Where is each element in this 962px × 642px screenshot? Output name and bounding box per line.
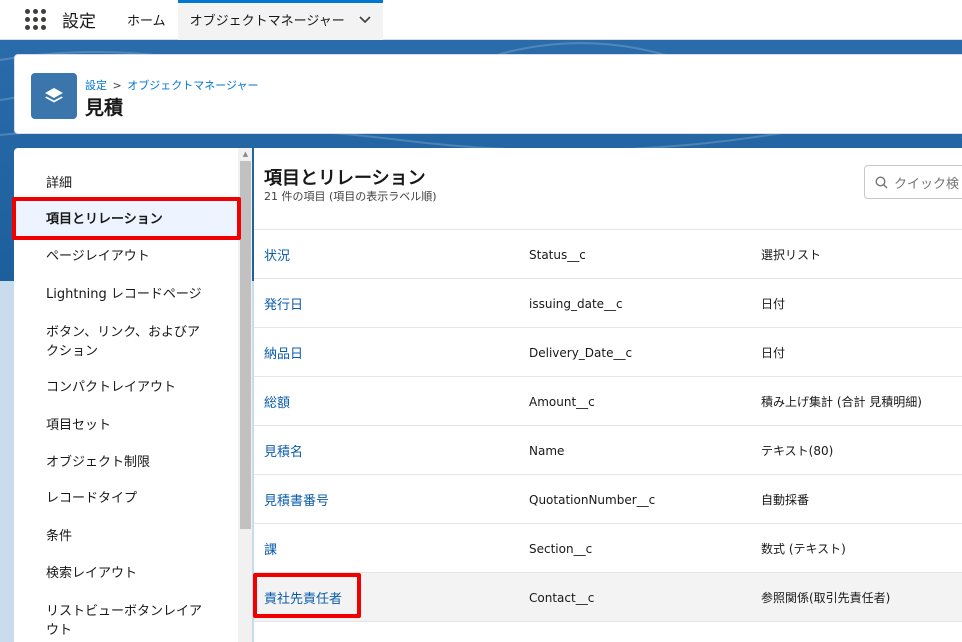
field-label-link[interactable]: 見積名: [264, 426, 303, 475]
field-api-name: Section__c: [529, 541, 593, 556]
annotation-highlight-field: [253, 573, 361, 618]
table-row: 見積名 Name テキスト(80): [254, 425, 962, 474]
sidebar-item-object-limits[interactable]: オブジェクト制限: [46, 453, 150, 472]
table-row: [254, 621, 962, 642]
fields-panel: 項目とリレーション 21 件の項目 (項目の表示ラベル順) クイック検 状況 S…: [254, 148, 962, 642]
app-name: 設定: [62, 12, 96, 32]
table-row: 発行日 issuing_date__c 日付: [254, 278, 962, 327]
breadcrumb: 設定 > オブジェクトマネージャー: [85, 77, 258, 93]
scroll-up-arrow-icon[interactable]: ▲: [240, 150, 251, 160]
table-row: 課 Section__c 数式 (テキスト): [254, 523, 962, 572]
field-api-name: issuing_date__c: [529, 296, 623, 311]
sidebar-item-page-layouts[interactable]: ページレイアウト: [46, 247, 150, 266]
section-title: 項目とリレーション: [264, 168, 426, 189]
sidebar-item-buttons-links-actions-cont[interactable]: クション: [46, 342, 98, 361]
field-label-link[interactable]: 状況: [264, 230, 290, 279]
field-data-type: 日付: [761, 346, 786, 360]
sidebar-item-list-view-button-layout[interactable]: リストビューボタンレイア: [46, 602, 202, 621]
chevron-down-icon[interactable]: [359, 13, 371, 27]
sidebar-item-record-types[interactable]: レコードタイプ: [46, 489, 137, 508]
field-label-link[interactable]: 納品日: [264, 328, 303, 377]
sidebar-item-search-layouts[interactable]: 検索レイアウト: [46, 564, 137, 583]
breadcrumb-setup[interactable]: 設定: [85, 79, 107, 92]
field-label-link[interactable]: 課: [264, 524, 277, 573]
tab-object-manager-label: オブジェクトマネージャー: [189, 14, 345, 29]
field-data-type: 参照関係(取引先責任者): [761, 591, 891, 605]
sidebar-item-compact-layouts[interactable]: コンパクトレイアウト: [46, 378, 176, 397]
table-row: 総額 Amount__c 積み上げ集計 (合計 見積明細): [254, 376, 962, 425]
field-data-type: 自動採番: [761, 493, 810, 507]
tab-home-label: ホーム: [127, 14, 166, 29]
annotation-highlight-sidebar: [12, 197, 241, 240]
field-data-type: 日付: [761, 297, 786, 311]
layers-icon: [31, 73, 77, 119]
page-title: 見積: [85, 97, 124, 119]
quick-find-input[interactable]: クイック検: [864, 165, 962, 199]
field-label-link[interactable]: 総額: [264, 377, 290, 426]
field-api-name: Delivery_Date__c: [529, 345, 633, 360]
table-row: 納品日 Delivery_Date__c 日付: [254, 327, 962, 376]
field-api-name: Contact__c: [529, 590, 595, 605]
tab-object-manager[interactable]: オブジェクトマネージャー: [177, 0, 383, 40]
table-row: 状況 Status__c 選択リスト: [254, 229, 962, 278]
global-nav-bar: 設定 ホーム オブジェクトマネージャー: [0, 0, 962, 40]
search-icon: [875, 175, 888, 188]
sidebar-item-lightning-record-pages[interactable]: Lightning レコードページ: [46, 285, 202, 304]
quick-find-placeholder: クイック検: [894, 176, 960, 192]
field-api-name: Status__c: [529, 247, 586, 262]
field-data-type: 積み上げ集計 (合計 見積明細): [761, 395, 922, 409]
sidebar-item-conditions[interactable]: 条件: [46, 527, 72, 546]
field-data-type: 数式 (テキスト): [761, 542, 846, 556]
breadcrumb-object-manager[interactable]: オブジェクトマネージャー: [127, 79, 258, 92]
sidebar-item-buttons-links-actions[interactable]: ボタン、リンク、およびア: [46, 323, 200, 342]
field-api-name: QuotationNumber__c: [529, 492, 656, 507]
field-label-link[interactable]: 見積書番号: [264, 475, 329, 524]
field-data-type: テキスト(80): [761, 444, 834, 458]
field-api-name: Name: [529, 443, 565, 458]
field-label-link[interactable]: 発行日: [264, 279, 303, 328]
breadcrumb-separator: >: [112, 79, 122, 92]
sidebar-item-list-view-button-layout-cont[interactable]: ウト: [46, 621, 72, 640]
sidebar-item-details[interactable]: 詳細: [46, 174, 72, 193]
sidebar-item-field-sets[interactable]: 項目セット: [46, 416, 111, 435]
section-subtitle: 21 件の項目 (項目の表示ラベル順): [264, 190, 437, 203]
app-launcher-icon[interactable]: [22, 7, 48, 33]
tab-home[interactable]: ホーム: [115, 0, 178, 40]
table-row: 見積書番号 QuotationNumber__c 自動採番: [254, 474, 962, 523]
field-api-name: Amount__c: [529, 394, 595, 409]
field-data-type: 選択リスト: [761, 248, 822, 262]
object-header: 設定 > オブジェクトマネージャー 見積: [14, 54, 962, 134]
sidebar-scrollbar-thumb[interactable]: [240, 161, 251, 529]
